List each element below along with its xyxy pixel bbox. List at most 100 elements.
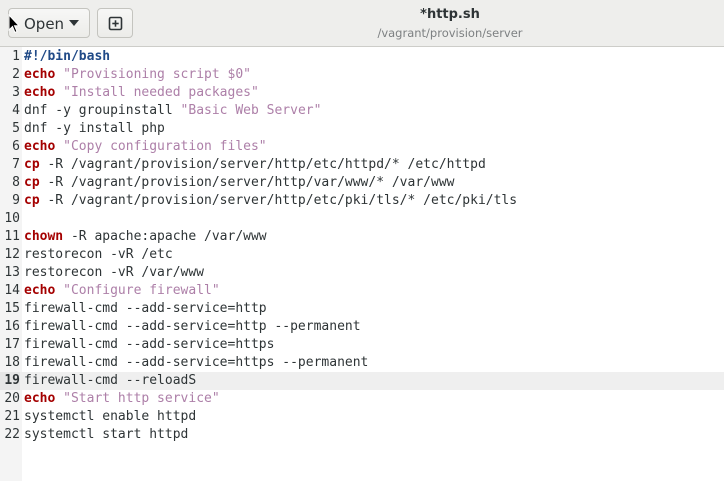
line-code[interactable]: echo "Install needed packages" xyxy=(24,84,259,102)
open-button[interactable]: Open xyxy=(8,8,90,38)
code-token: -R /vagrant/provision/server/http/etc/pk… xyxy=(39,193,518,208)
code-line[interactable]: 2 echo "Provisioning script $0" xyxy=(0,66,724,84)
code-line[interactable]: 22 systemctl start httpd xyxy=(0,426,724,444)
code-line[interactable]: 17 firewall-cmd --add-service=https xyxy=(0,336,724,354)
code-line[interactable]: 8 cp -R /vagrant/provision/server/http/va… xyxy=(0,174,724,192)
shebang-token: #!/bin/bash xyxy=(24,49,111,64)
keyword-token: cp xyxy=(24,193,40,208)
code-line[interactable]: 6 echo "Copy configuration files" xyxy=(0,138,724,156)
code-line[interactable]: 15 firewall-cmd --add-service=http xyxy=(0,300,724,318)
new-document-button[interactable] xyxy=(97,8,133,38)
code-line[interactable]: 9 cp -R /vagrant/provision/server/http/et… xyxy=(0,192,724,210)
line-code[interactable]: restorecon -vR /etc xyxy=(24,246,173,264)
code-line[interactable]: 18 firewall-cmd --add-service=https --per… xyxy=(0,354,724,372)
chevron-down-icon[interactable] xyxy=(69,20,79,26)
string-token: "Basic Web Server" xyxy=(180,103,322,118)
line-number: 11 xyxy=(4,229,20,244)
line-code[interactable]: systemctl start httpd xyxy=(24,426,188,444)
line-number: 21 xyxy=(4,409,20,424)
line-code[interactable]: echo "Provisioning script $0" xyxy=(24,66,251,84)
line-code[interactable]: firewall-cmd --add-service=https --perma… xyxy=(24,354,368,372)
line-code[interactable]: firewall-cmd --add-service=https xyxy=(24,336,274,354)
line-code[interactable]: systemctl enable httpd xyxy=(24,408,196,426)
code-line[interactable]: 21 systemctl enable httpd xyxy=(0,408,724,426)
keyword-token: cp xyxy=(24,175,40,190)
title-block: *http.sh /vagrant/provision/server xyxy=(300,6,600,42)
line-code[interactable]: dnf -y install php xyxy=(24,120,165,138)
code-line[interactable]: 12 restorecon -vR /etc xyxy=(0,246,724,264)
text-editor[interactable]: 1 #!/bin/bash 2 echo "Provisioning script $… xyxy=(0,47,724,481)
line-number: 16 xyxy=(4,319,20,334)
keyword-token: echo xyxy=(24,391,56,406)
code-line[interactable]: 7 cp -R /vagrant/provision/server/http/et… xyxy=(0,156,724,174)
code-token: restorecon -vR /etc xyxy=(24,247,173,262)
code-token: firewall-cmd --reloadS xyxy=(24,373,197,388)
line-code[interactable]: cp -R /vagrant/provision/server/http/etc… xyxy=(24,156,486,174)
keyword-token: echo xyxy=(24,139,56,154)
code-token: -R /vagrant/provision/server/http/var/ww… xyxy=(39,175,455,190)
line-number: 5 xyxy=(12,121,20,136)
string-token: "Configure firewall" xyxy=(63,283,220,298)
line-code[interactable]: dnf -y groupinstall "Basic Web Server" xyxy=(24,102,321,120)
code-token: restorecon -vR /var/www xyxy=(24,265,205,280)
line-number: 14 xyxy=(4,283,20,298)
code-token: systemctl enable httpd xyxy=(24,409,197,424)
line-code[interactable]: cp -R /vagrant/provision/server/http/var… xyxy=(24,174,454,192)
code-line[interactable]: 5 dnf -y install php xyxy=(0,120,724,138)
code-line[interactable]: 11 chown -R apache:apache /var/www xyxy=(0,228,724,246)
line-number: 3 xyxy=(12,85,20,100)
code-token: firewall-cmd --add-service=http xyxy=(24,301,267,316)
code-line[interactable]: 10 xyxy=(0,210,724,228)
code-token: firewall-cmd --add-service=http --perman… xyxy=(24,319,361,334)
line-code[interactable]: echo "Configure firewall" xyxy=(24,282,220,300)
code-token: firewall-cmd --add-service=https --perma… xyxy=(24,355,369,370)
line-number: 7 xyxy=(12,157,20,172)
code-token: firewall-cmd --add-service=https xyxy=(24,337,275,352)
document-path: /vagrant/provision/server xyxy=(377,26,523,40)
document-title: *http.sh xyxy=(420,7,480,22)
line-code[interactable]: cp -R /vagrant/provision/server/http/etc… xyxy=(24,192,517,210)
line-code[interactable]: echo "Copy configuration files" xyxy=(24,138,267,156)
line-number: 22 xyxy=(4,427,20,442)
line-code[interactable]: chown -R apache:apache /var/www xyxy=(24,228,267,246)
line-number: 10 xyxy=(4,211,20,226)
string-token: "Start http service" xyxy=(63,391,220,406)
line-number: 19 xyxy=(0,372,20,390)
keyword-token: cp xyxy=(24,157,40,172)
code-lines[interactable]: 1 #!/bin/bash 2 echo "Provisioning script $… xyxy=(0,48,724,444)
code-token: systemctl start httpd xyxy=(24,427,189,442)
keyword-token: echo xyxy=(24,67,56,82)
line-number: 12 xyxy=(4,247,20,262)
code-line[interactable]: 20 echo "Start http service" xyxy=(0,390,724,408)
string-token: "Provisioning script $0" xyxy=(63,67,251,82)
code-token: -R apache:apache /var/www xyxy=(63,229,267,244)
code-line[interactable]: 19 firewall-cmd --reloadS xyxy=(0,372,724,390)
new-document-icon xyxy=(108,16,123,31)
line-number: 6 xyxy=(12,139,20,154)
string-token: "Copy configuration files" xyxy=(63,139,267,154)
line-number: 17 xyxy=(4,337,20,352)
line-code[interactable]: firewall-cmd --add-service=http xyxy=(24,300,267,318)
line-code[interactable]: echo "Start http service" xyxy=(24,390,220,408)
header-bar: Open *http.sh /vagrant/provision/server xyxy=(0,0,724,47)
line-code[interactable]: restorecon -vR /var/www xyxy=(24,264,204,282)
code-line[interactable]: 4 dnf -y groupinstall "Basic Web Server" xyxy=(0,102,724,120)
line-number: 18 xyxy=(4,355,20,370)
line-code[interactable]: firewall-cmd --add-service=http --perman… xyxy=(24,318,361,336)
line-code[interactable]: firewall-cmd --reloadS xyxy=(24,372,196,390)
keyword-token: echo xyxy=(24,85,56,100)
code-line[interactable]: 13 restorecon -vR /var/www xyxy=(0,264,724,282)
line-number: 15 xyxy=(4,301,20,316)
code-line[interactable]: 1 #!/bin/bash xyxy=(0,48,724,66)
keyword-token: chown xyxy=(24,229,64,244)
string-token: "Install needed packages" xyxy=(63,85,259,100)
code-line[interactable]: 14 echo "Configure firewall" xyxy=(0,282,724,300)
gedit-window: Open *http.sh /vagrant/provision/server … xyxy=(0,0,724,481)
code-line[interactable]: 3 echo "Install needed packages" xyxy=(0,84,724,102)
line-number: 9 xyxy=(12,193,20,208)
line-code[interactable]: #!/bin/bash xyxy=(24,48,110,66)
code-line[interactable]: 16 firewall-cmd --add-service=http --perm… xyxy=(0,318,724,336)
